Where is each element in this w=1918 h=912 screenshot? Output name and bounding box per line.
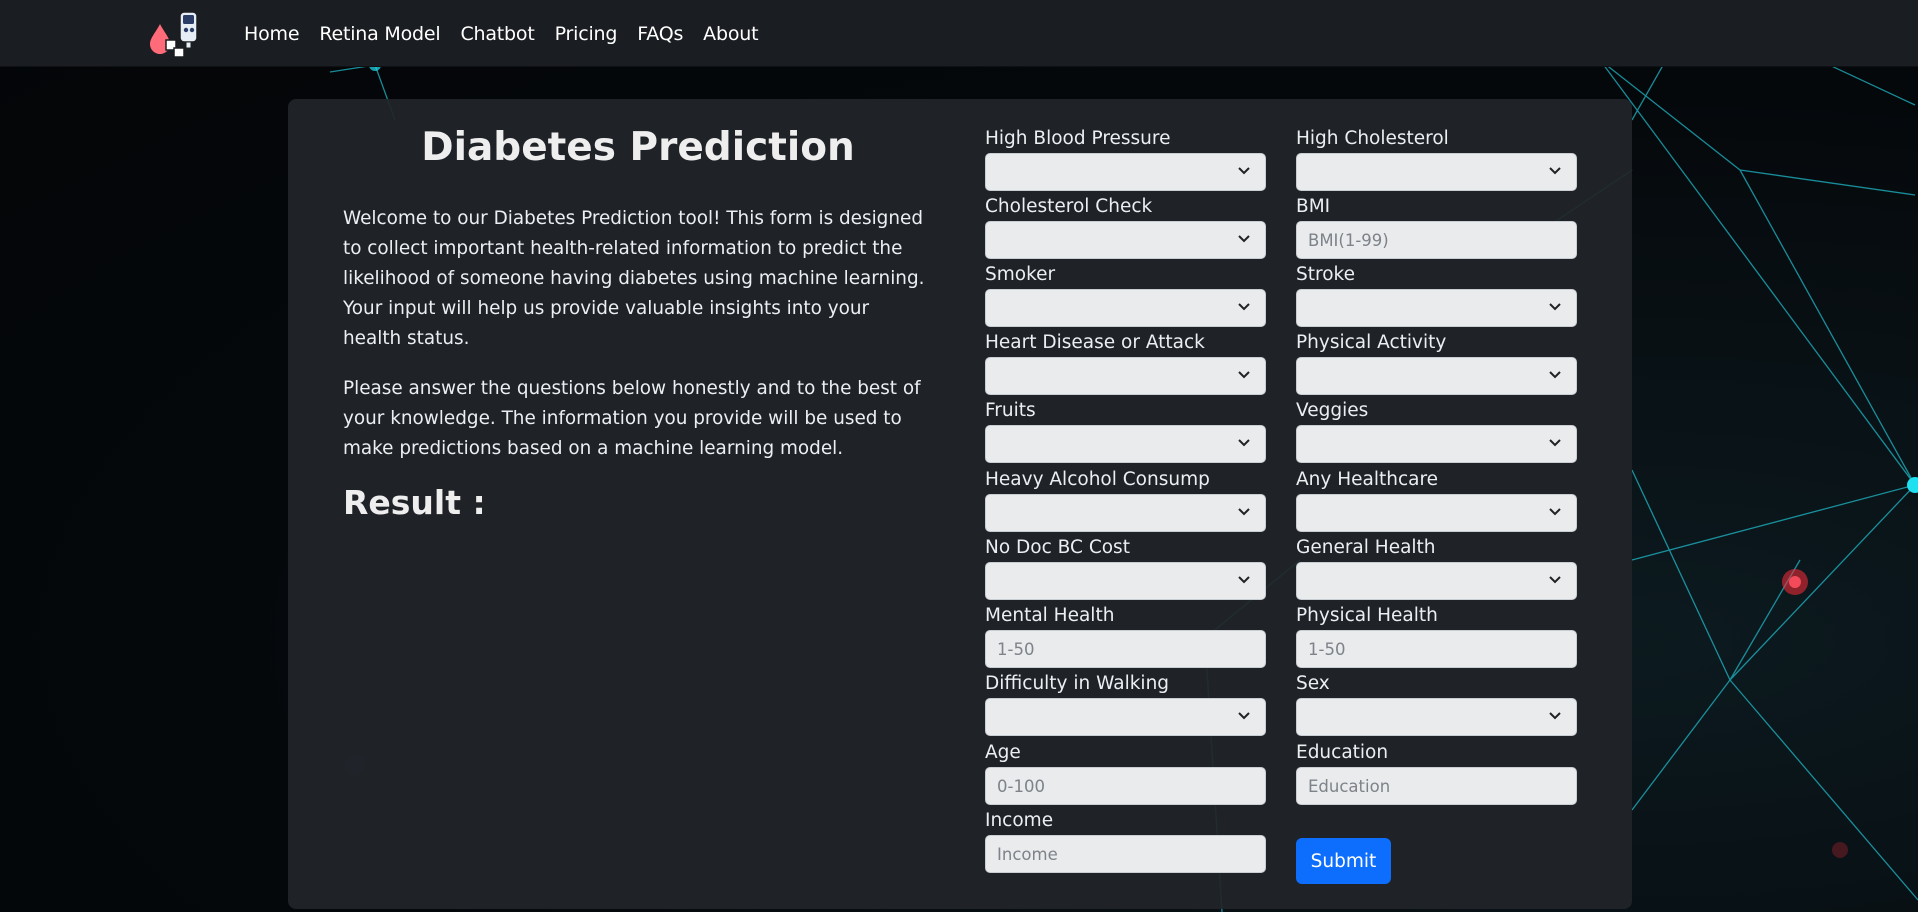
diff-walk-select[interactable] <box>985 698 1266 736</box>
stroke-label: Stroke <box>1296 264 1355 285</box>
chevron-down-icon <box>1549 303 1561 311</box>
nav-links: Home Retina Model Chatbot Pricing FAQs A… <box>234 0 768 67</box>
no-doc-cost-field: No Doc BC Cost <box>985 536 1266 600</box>
chevron-down-icon <box>1549 167 1561 175</box>
chevron-down-icon <box>1238 576 1250 584</box>
heavy-alcohol-label: Heavy Alcohol Consump <box>985 469 1210 490</box>
chevron-down-icon <box>1238 235 1250 243</box>
glucometer-logo-icon[interactable] <box>146 10 202 58</box>
prediction-card: Diabetes Prediction Welcome to our Diabe… <box>288 99 1632 909</box>
no-doc-cost-select[interactable] <box>985 562 1266 600</box>
gen-health-field: General Health <box>1296 536 1577 600</box>
chevron-down-icon <box>1238 508 1250 516</box>
instructions-paragraph: Please answer the questions below honest… <box>343 378 921 459</box>
heart-disease-label: Heart Disease or Attack <box>985 332 1205 353</box>
sex-label: Sex <box>1296 673 1330 694</box>
age-label: Age <box>985 742 1021 763</box>
education-input-box <box>1296 767 1577 805</box>
physical-health-input[interactable] <box>1297 631 1576 667</box>
veggies-field: Veggies <box>1296 399 1577 463</box>
fruits-field: Fruits <box>985 399 1266 463</box>
chol-check-select[interactable] <box>985 221 1266 259</box>
high-bp-select[interactable] <box>985 153 1266 191</box>
high-bp-label: High Blood Pressure <box>985 128 1171 149</box>
chevron-down-icon <box>1549 371 1561 379</box>
heart-disease-select[interactable] <box>985 357 1266 395</box>
diff-walk-field: Difficulty in Walking <box>985 672 1266 736</box>
physical-health-input-box <box>1296 630 1577 668</box>
phys-activity-label: Physical Activity <box>1296 332 1447 353</box>
chevron-down-icon <box>1238 712 1250 720</box>
nav-link-about[interactable]: About <box>693 23 768 45</box>
phys-activity-select[interactable] <box>1296 357 1577 395</box>
education-input[interactable] <box>1297 768 1576 804</box>
education-label: Education <box>1296 742 1389 763</box>
physical-health-label: Physical Health <box>1296 605 1438 626</box>
income-input[interactable] <box>986 836 1265 872</box>
chevron-down-icon <box>1549 439 1561 447</box>
chevron-down-icon <box>1238 439 1250 447</box>
page-title: Diabetes Prediction <box>421 125 855 170</box>
high-chol-select[interactable] <box>1296 153 1577 191</box>
veggies-select[interactable] <box>1296 425 1577 463</box>
high-chol-field: High Cholesterol <box>1296 127 1577 191</box>
veggies-label: Veggies <box>1296 400 1369 421</box>
income-input-box <box>985 835 1266 873</box>
top-navbar: Home Retina Model Chatbot Pricing FAQs A… <box>0 0 1918 67</box>
stroke-field: Stroke <box>1296 263 1577 327</box>
high-chol-label: High Cholesterol <box>1296 128 1449 149</box>
intro-paragraph: Welcome to our Diabetes Prediction tool!… <box>343 208 925 349</box>
nav-link-home[interactable]: Home <box>234 23 309 45</box>
fruits-select[interactable] <box>985 425 1266 463</box>
sex-select[interactable] <box>1296 698 1577 736</box>
stroke-select[interactable] <box>1296 289 1577 327</box>
smoker-select[interactable] <box>985 289 1266 327</box>
nav-link-faqs[interactable]: FAQs <box>627 23 693 45</box>
bmi-field: BMI <box>1296 195 1577 259</box>
submit-button[interactable]: Submit <box>1296 838 1391 884</box>
high-bp-field: High Blood Pressure <box>985 127 1266 191</box>
bmi-label: BMI <box>1296 196 1331 217</box>
nav-link-chatbot[interactable]: Chatbot <box>450 23 544 45</box>
chol-check-field: Cholesterol Check <box>985 195 1266 259</box>
fruits-label: Fruits <box>985 400 1036 421</box>
income-field: Income <box>985 809 1266 873</box>
education-field: Education <box>1296 741 1577 805</box>
diff-walk-label: Difficulty in Walking <box>985 673 1170 694</box>
mental-health-label: Mental Health <box>985 605 1115 626</box>
chevron-down-icon <box>1549 712 1561 720</box>
gen-health-select[interactable] <box>1296 562 1577 600</box>
smoker-field: Smoker <box>985 263 1266 327</box>
chevron-down-icon <box>1549 576 1561 584</box>
mental-health-input[interactable] <box>986 631 1265 667</box>
heavy-alcohol-select[interactable] <box>985 494 1266 532</box>
bmi-input-box <box>1296 221 1577 259</box>
heavy-alcohol-field: Heavy Alcohol Consump <box>985 468 1266 532</box>
chol-check-label: Cholesterol Check <box>985 196 1153 217</box>
chevron-down-icon <box>1238 303 1250 311</box>
gen-health-label: General Health <box>1296 537 1436 558</box>
physical-health-field: Physical Health <box>1296 604 1577 668</box>
chevron-down-icon <box>1238 371 1250 379</box>
age-input[interactable] <box>986 768 1265 804</box>
age-input-box <box>985 767 1266 805</box>
nav-link-pricing[interactable]: Pricing <box>545 23 628 45</box>
chevron-down-icon <box>1238 167 1250 175</box>
chevron-down-icon <box>1549 508 1561 516</box>
heart-disease-field: Heart Disease or Attack <box>985 331 1266 395</box>
no-doc-cost-label: No Doc BC Cost <box>985 537 1130 558</box>
smoker-label: Smoker <box>985 264 1056 285</box>
any-healthcare-select[interactable] <box>1296 494 1577 532</box>
mental-health-field: Mental Health <box>985 604 1266 668</box>
any-healthcare-label: Any Healthcare <box>1296 469 1439 490</box>
age-field: Age <box>985 741 1266 805</box>
sex-field: Sex <box>1296 672 1577 736</box>
income-label: Income <box>985 810 1054 831</box>
nav-link-retina-model[interactable]: Retina Model <box>309 23 450 45</box>
mental-health-input-box <box>985 630 1266 668</box>
any-healthcare-field: Any Healthcare <box>1296 468 1577 532</box>
phys-activity-field: Physical Activity <box>1296 331 1577 395</box>
bmi-input[interactable] <box>1297 222 1576 258</box>
result-label: Result : <box>343 483 486 522</box>
